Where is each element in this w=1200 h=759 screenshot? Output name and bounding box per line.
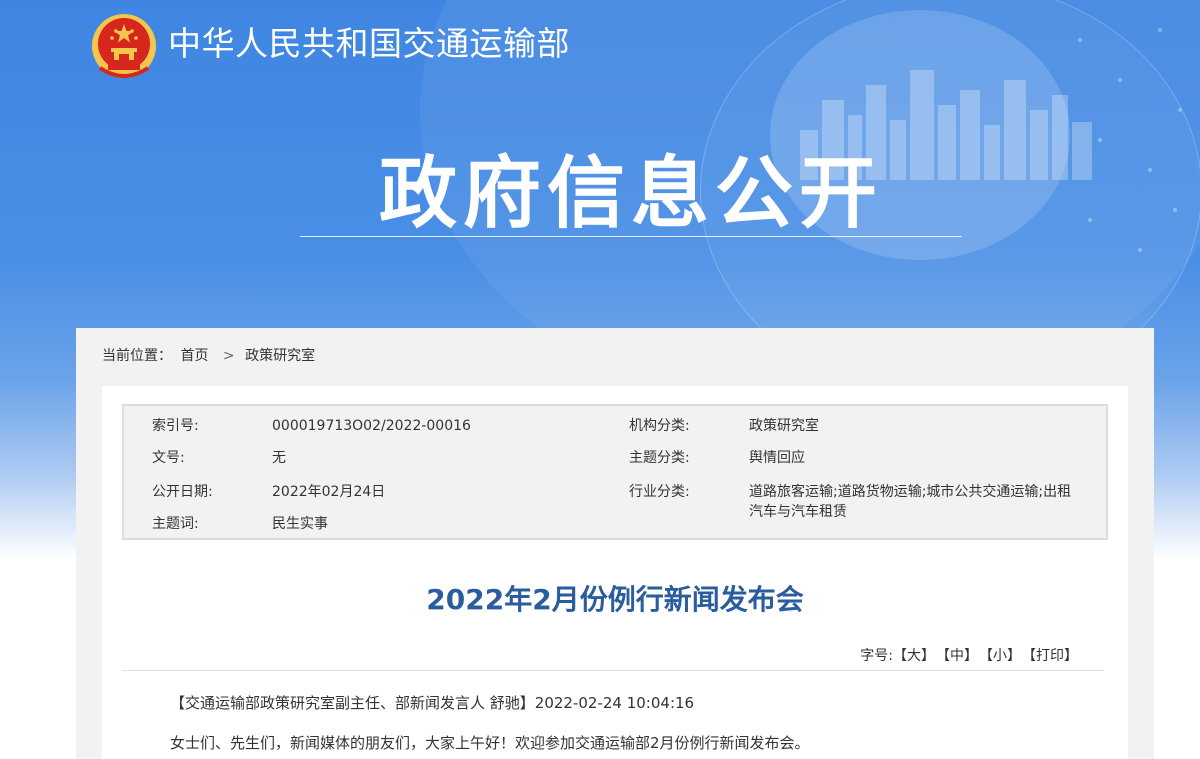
metadata-row: 索引号: 000019713O02/2022-00016 机构分类: 政策研究室 [124, 416, 1106, 436]
font-large-button[interactable]: 【大】 [893, 648, 935, 664]
topic-category-value: 舆情回应 [749, 450, 805, 466]
metadata-row: 公开日期: 2022年02月24日 行业分类: 道路旅客运输;道路货物运输;城市… [124, 482, 1106, 520]
decor-dots-pattern [1078, 28, 1182, 252]
organization-category-label: 机构分类: [629, 418, 690, 434]
keywords-value: 民生实事 [272, 516, 328, 532]
national-emblem-logo [92, 14, 156, 78]
document-metadata-table: 索引号: 000019713O02/2022-00016 机构分类: 政策研究室… [122, 404, 1108, 540]
font-medium-button[interactable]: 【中】 [943, 648, 978, 664]
site-title[interactable]: 中华人民共和国交通运输部 [168, 24, 570, 64]
organization-category-value: 政策研究室 [749, 418, 819, 434]
document-number-label: 文号: [152, 450, 185, 466]
index-number-label: 索引号: [152, 418, 199, 434]
breadcrumb-label: 当前位置： [102, 348, 172, 364]
metadata-row: 文号: 无 主题分类: 舆情回应 [124, 448, 1106, 468]
article-paragraph: 女士们、先生们，新闻媒体的朋友们，大家上午好！欢迎参加交通运输部2月份例行新闻发… [170, 734, 810, 752]
article-paragraph: 【交通运输部政策研究室副主任、部新闻发言人 舒驰】2022-02-24 10:0… [170, 694, 695, 712]
breadcrumb-separator: > [222, 348, 235, 364]
banner-divider [300, 236, 962, 237]
font-size-label: 字号: [860, 648, 893, 664]
page: 中华人民共和国交通运输部 政府信息公开 当前位置： 首页 > 政策研究室 索引号… [0, 0, 1200, 759]
breadcrumb: 当前位置： 首页 > 政策研究室 [102, 346, 319, 366]
banner-title: 政府信息公开 [378, 149, 883, 239]
metadata-row: 主题词: 民生实事 [124, 514, 1106, 534]
publish-date-value: 2022年02月24日 [272, 484, 386, 500]
font-size-toolbar: 字号:【大】 【中】 【小】 【打印】 [852, 646, 1078, 666]
content-panel: 当前位置： 首页 > 政策研究室 索引号: 000019713O02/2022-… [76, 328, 1154, 759]
article-title: 2022年2月份例行新闻发布会 [426, 583, 804, 616]
keywords-label: 主题词: [152, 516, 199, 532]
publish-date-label: 公开日期: [152, 484, 213, 500]
document-number-value: 无 [272, 450, 286, 466]
topic-category-label: 主题分类: [629, 450, 690, 466]
print-button[interactable]: 【打印】 [1029, 648, 1078, 664]
breadcrumb-policy-office-link[interactable]: 政策研究室 [245, 348, 315, 364]
article-container: 索引号: 000019713O02/2022-00016 机构分类: 政策研究室… [102, 386, 1128, 759]
font-small-button[interactable]: 【小】 [986, 648, 1021, 664]
industry-category-label: 行业分类: [629, 484, 690, 500]
breadcrumb-home-link[interactable]: 首页 [180, 348, 208, 364]
index-number-value: 000019713O02/2022-00016 [272, 418, 471, 434]
toolbar-divider [122, 670, 1104, 671]
